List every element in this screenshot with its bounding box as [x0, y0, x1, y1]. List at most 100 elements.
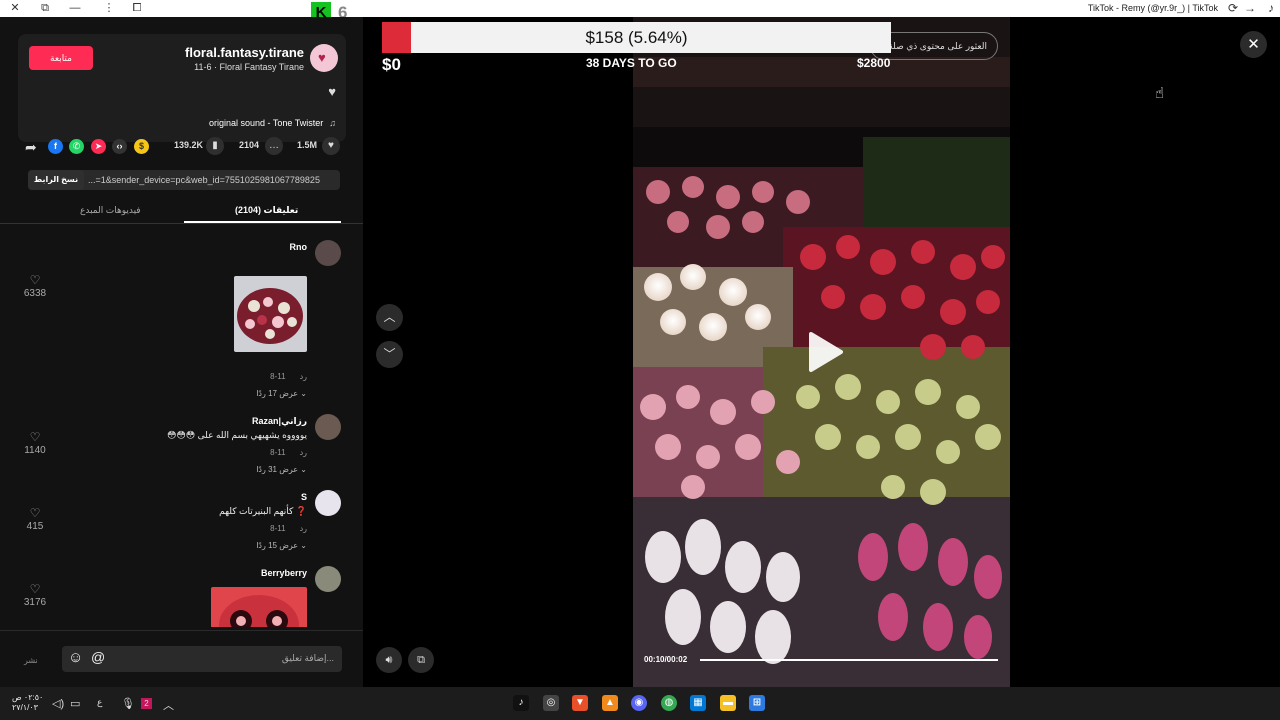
comment-input[interactable]: ☺ @ إضافة تعليق... — [62, 646, 342, 672]
bouquet-image — [234, 276, 307, 352]
comment-like[interactable]: ♡ 6338 — [20, 273, 50, 299]
facebook-icon[interactable]: f — [48, 139, 63, 154]
comment-meta: رد 11-8 — [256, 448, 307, 457]
language-indicator[interactable]: ع — [97, 697, 102, 708]
next-video-button[interactable]: ﹀ — [376, 341, 403, 368]
close-icon: ✕ — [1247, 36, 1260, 53]
windows-start-icon[interactable]: ⊞ — [749, 695, 765, 711]
comment-composer: نشر ☺ @ إضافة تعليق... — [0, 630, 363, 687]
reply-link[interactable]: رد — [300, 448, 307, 457]
comment-like[interactable]: ♡ 3176 — [20, 582, 50, 608]
copy-link-button[interactable]: نسخ الرابط — [28, 170, 84, 190]
author-avatar[interactable]: ♥ — [310, 44, 338, 72]
comment-icon[interactable]: … — [265, 137, 283, 155]
chevron-up-tray-icon[interactable]: ︿ — [163, 697, 174, 713]
reply-link[interactable]: رد — [300, 372, 307, 381]
cat-image — [211, 587, 307, 627]
follow-button[interactable]: متابعة — [29, 46, 93, 70]
sound-link[interactable]: original sound - Tone Twister ♫ — [209, 118, 336, 128]
speaker-icon[interactable]: ◁) — [52, 697, 64, 710]
view-replies-link[interactable]: عرض 15 ردًا ⌄ — [256, 541, 307, 550]
vlc-icon[interactable]: ▲ — [602, 695, 618, 711]
window-title: TikTok - Remy (@yr.9r_) | TikTok — [1087, 3, 1218, 13]
avatar[interactable] — [315, 490, 341, 516]
view-replies-link[interactable]: عرض 17 ردًا ⌄ — [256, 389, 307, 398]
fundraiser-progress-bar: $158 (5.64%) — [382, 22, 891, 53]
comment-list[interactable]: Rno رد11-8 عرض 17 ردًا ⌄ ♡ 6338 Razan|رزا… — [0, 227, 363, 627]
comment-author[interactable]: Razan|رزاني — [252, 416, 307, 427]
embed-code-icon[interactable]: ‹› — [112, 139, 127, 154]
chrome-icon[interactable]: ◍ — [661, 695, 677, 711]
heart-logo-icon: ♥ — [318, 50, 326, 65]
avatar[interactable] — [315, 240, 341, 266]
more-options-icon[interactable]: ⋮ — [99, 0, 119, 17]
telegram-icon[interactable]: ➤ — [91, 139, 106, 154]
emoji-icon[interactable]: ☺ — [68, 649, 83, 666]
chevron-down-icon: ⌄ — [300, 541, 307, 550]
comment-author[interactable]: Berryberry — [261, 568, 307, 578]
coin-icon[interactable]: $ — [134, 139, 149, 154]
restore-window-icon[interactable]: ⧉ — [35, 0, 55, 17]
close-window-icon[interactable]: ✕ — [5, 0, 25, 17]
tab-creator-videos[interactable]: فيديوهات المبدع — [80, 205, 141, 216]
comment-meta: رد 11-8 — [256, 524, 307, 533]
like-heart-icon[interactable]: ♥ — [322, 137, 340, 155]
heart-outline-icon: ♡ — [29, 582, 41, 596]
microphone-icon[interactable]: 🎙︎ — [121, 697, 135, 710]
panel-tabs: فيديوهات المبدع تعليقات (2104) — [0, 199, 363, 224]
video-timecode: 00:10/00:02 — [644, 655, 688, 664]
heart-icon[interactable]: ♥ — [328, 84, 336, 99]
comment-author[interactable]: Rno — [290, 242, 308, 252]
taskbar-clock[interactable]: ٠٢:٥٠ ص ٢٧/١/٠٣ — [12, 693, 43, 713]
previous-video-button[interactable]: ︿ — [376, 304, 403, 331]
brave-browser-icon[interactable]: ▼ — [572, 695, 588, 711]
tiktok-taskbar-icon[interactable]: ♪ — [513, 695, 529, 711]
taskbar: ٠٢:٥٠ ص ٢٧/١/٠٣ ◁) ▭ ع 🎙︎ 2 ︿ ♪ ◎ ▼ ▲ ◉ … — [0, 687, 1280, 720]
discord-icon[interactable]: ◉ — [631, 695, 647, 711]
file-explorer-icon[interactable]: ▬ — [720, 695, 736, 711]
network-icon[interactable]: ▭ — [70, 697, 80, 710]
clock-date: ٢٧/١/٠٣ — [12, 703, 38, 712]
post-button[interactable]: نشر — [24, 656, 38, 665]
comment-like[interactable]: ♡ 1140 — [20, 430, 50, 456]
app-taskbar-icon[interactable]: ◎ — [543, 695, 559, 711]
close-video-button[interactable]: ✕ — [1240, 31, 1267, 58]
forward-icon[interactable]: → — [1244, 0, 1256, 17]
play-icon[interactable] — [805, 330, 845, 374]
comment-like[interactable]: ♡ 415 — [20, 506, 50, 532]
app-tray-icon[interactable]: 2 — [141, 698, 152, 709]
share-link-row: نسخ الرابط ...=1&sender_device=pc&web_id… — [28, 170, 340, 190]
sound-label: original sound - Tone Twister — [209, 118, 324, 128]
reply-link[interactable]: رد — [300, 524, 307, 533]
whatsapp-icon[interactable]: ✆ — [69, 139, 84, 154]
fundraiser-goal: $2800 — [857, 56, 891, 70]
comment-date: 11-8 — [270, 524, 286, 533]
chevron-down-icon: ﹀ — [383, 347, 396, 361]
avatar[interactable] — [315, 414, 341, 440]
comments-panel: متابعة ♥ floral.fantasy.tirane 11-6 · Fl… — [0, 17, 363, 687]
minimize-window-icon[interactable]: — — [65, 0, 85, 17]
tab-comments[interactable]: تعليقات (2104) — [235, 205, 298, 216]
comment-text: كأنهم البنيرتات كلهم ❓ — [219, 506, 307, 516]
comment-image[interactable] — [211, 587, 307, 627]
volume-icon[interactable]: 🔊︎ — [376, 647, 402, 673]
comment-image[interactable] — [234, 276, 307, 352]
view-replies-label: عرض 31 ردًا — [256, 465, 299, 474]
fundraiser-start: $0 — [382, 55, 401, 74]
comment-like-count: 6338 — [23, 288, 47, 299]
view-replies-link[interactable]: عرض 31 ردًا ⌄ — [256, 465, 307, 474]
avatar[interactable] — [315, 566, 341, 592]
comments-count: 2104 — [239, 140, 260, 150]
mini-player-icon[interactable]: ⧉ — [408, 647, 434, 673]
extension-icon[interactable]: ⧠ — [127, 0, 147, 17]
store-icon[interactable]: ▦ — [690, 695, 706, 711]
comment-author[interactable]: S — [301, 492, 307, 502]
clock-time: ٠٢:٥٠ ص — [12, 693, 44, 702]
mention-icon[interactable]: @ — [91, 649, 105, 665]
share-arrow-icon[interactable]: ➦ — [25, 139, 37, 156]
video-progress-bar[interactable] — [700, 659, 998, 661]
refresh-icon[interactable]: ⟳ — [1228, 0, 1238, 17]
author-username[interactable]: floral.fantasy.tirane — [185, 45, 304, 60]
share-url[interactable]: ...=1&sender_device=pc&web_id=7551025981… — [88, 170, 336, 190]
bookmark-icon[interactable]: ▮ — [206, 137, 224, 155]
